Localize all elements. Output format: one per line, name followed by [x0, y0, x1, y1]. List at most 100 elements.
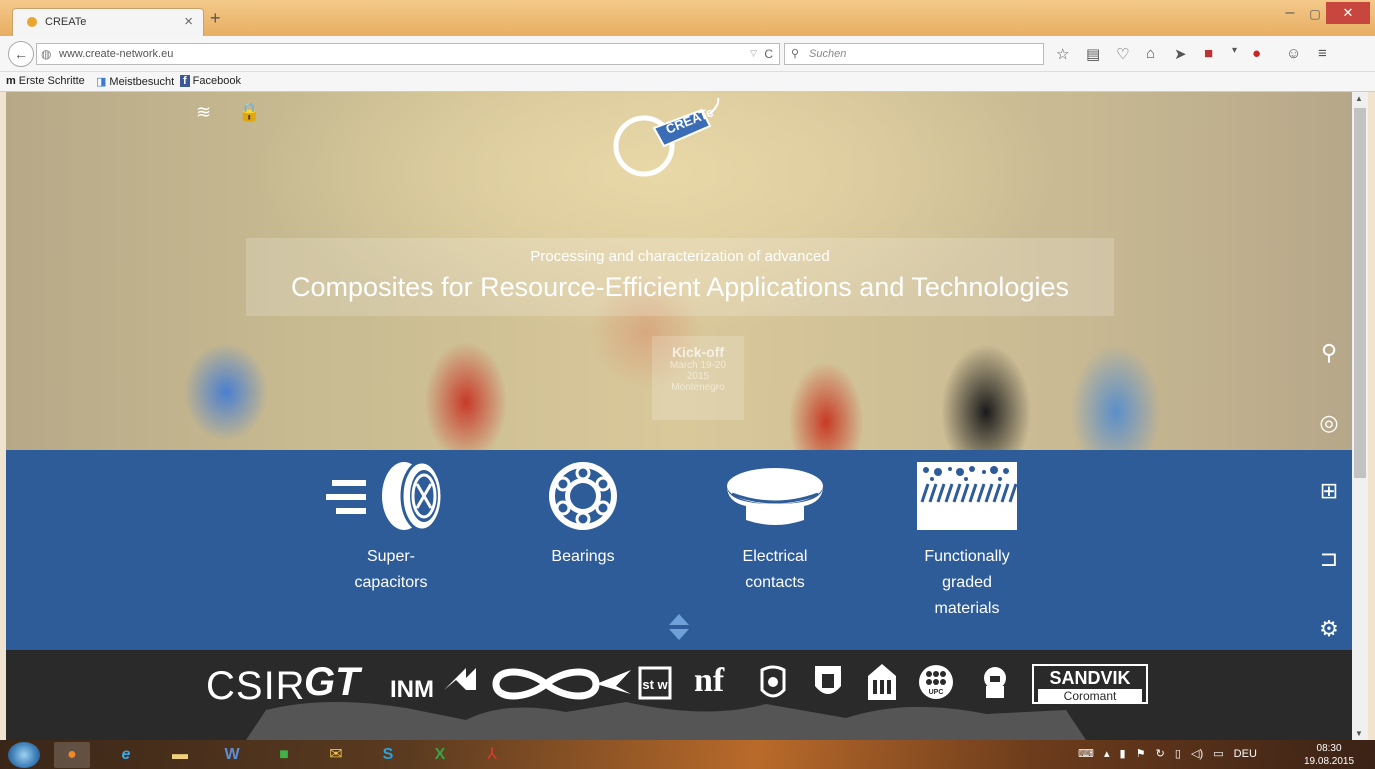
mozilla-icon: m — [6, 75, 16, 87]
lock-icon[interactable]: 🔒 — [238, 102, 260, 122]
scroll-chevron-icon[interactable] — [668, 612, 690, 642]
send-icon[interactable]: ➤ — [1174, 45, 1187, 63]
search-bar[interactable]: ⚲ Suchen — [784, 43, 1044, 65]
topic-label-1: Functionally — [924, 548, 1010, 565]
url-bar[interactable]: ◍ www.create-network.eu ▽ C — [36, 43, 780, 65]
home-icon[interactable]: ⌂ — [1146, 45, 1155, 62]
flag-icon[interactable]: ⚑ — [1136, 748, 1146, 760]
ubuntu-icon[interactable]: ◎ — [1312, 410, 1346, 436]
clock[interactable]: 08:30 19.08.2015 — [1304, 742, 1354, 768]
url-text: www.create-network.eu — [59, 48, 174, 60]
taskbar-word[interactable]: W — [214, 742, 250, 768]
partner-crest-logo-1[interactable] — [758, 664, 788, 702]
chat-icon[interactable]: ☺ — [1286, 45, 1301, 62]
taskbar-mail[interactable]: ✉ — [318, 742, 354, 768]
taskbar-acrobat[interactable]: ⅄ — [474, 742, 510, 768]
start-button[interactable] — [8, 742, 40, 768]
screen: CREATe × + – ▢ ✕ ← ◍ www.create-network.… — [0, 0, 1375, 769]
topic-electrical-contacts[interactable]: Electrical contacts — [700, 450, 850, 596]
page-scrollbar[interactable]: ▲ ▼ — [1352, 92, 1368, 740]
language-indicator[interactable]: DEU — [1234, 748, 1257, 760]
taskbar-ie[interactable]: e — [108, 742, 144, 768]
partner-upc-logo[interactable]: UPC — [918, 664, 954, 700]
adblock-icon[interactable]: ● — [1252, 45, 1261, 62]
hero-banner: Processing and characterization of advan… — [246, 238, 1114, 316]
taskbar-store[interactable]: ■ — [266, 742, 302, 768]
browser-tab[interactable]: CREATe × — [12, 8, 204, 36]
pocket-icon[interactable]: ♡ — [1116, 45, 1129, 63]
new-tab-button[interactable]: + — [210, 8, 221, 29]
create-logo: CREATe — [613, 98, 720, 177]
partner-helmet-logo[interactable] — [978, 664, 1012, 702]
extension-dropdown-icon[interactable]: ▾ — [1232, 45, 1237, 56]
url-dropdown-icon[interactable]: ▽ — [750, 48, 757, 59]
reload-icon[interactable]: C — [764, 47, 773, 61]
topic-label-2: capacitors — [354, 574, 428, 591]
kickoff-place: Montenegro — [671, 382, 725, 393]
partner-csir-logo[interactable]: CSIR — [206, 664, 306, 709]
partner-inm-logo[interactable]: INM — [390, 676, 434, 704]
minimize-button[interactable]: – — [1277, 4, 1303, 24]
taskbar-explorer[interactable]: ▬ — [162, 742, 198, 768]
bookmark-meistbesucht[interactable]: ◨ Meistbesucht — [96, 75, 174, 88]
power-icon[interactable]: ▯ — [1175, 748, 1181, 760]
bookmark-label: Facebook — [192, 75, 241, 87]
search-icon: ⚲ — [791, 48, 800, 60]
topic-label-1: Electrical — [742, 548, 808, 565]
back-button[interactable]: ← — [8, 41, 34, 67]
partner-stw-logo[interactable]: st w — [638, 666, 672, 700]
update-icon[interactable]: ↻ — [1156, 748, 1165, 760]
taskbar-skype[interactable]: S — [370, 742, 406, 768]
partner-nf-logo[interactable]: nf — [694, 662, 724, 700]
kickoff-box[interactable]: Kick-off March 19-20 2015 Montenegro — [652, 336, 744, 420]
gear-icon[interactable]: ⚙ — [1312, 616, 1346, 642]
folder-icon: ◨ — [96, 76, 107, 88]
kickoff-dates: March 19-20 — [669, 360, 727, 371]
network-icon[interactable]: ▮ — [1120, 748, 1126, 760]
sandvik-text: SANDVIK — [1049, 668, 1131, 688]
bookmark-facebook[interactable]: f Facebook — [180, 75, 241, 87]
scroll-down-icon[interactable]: ▼ — [1355, 729, 1363, 738]
partner-crest-logo-2[interactable] — [812, 662, 844, 702]
tray-expand-icon[interactable]: ▴ — [1104, 748, 1110, 760]
login-icon[interactable]: ⊐ — [1312, 546, 1346, 572]
menu-icon[interactable]: ≡ — [1318, 45, 1327, 62]
store-icon: ■ — [279, 746, 289, 763]
topic-supercapacitors[interactable]: Super- capacitors — [316, 450, 466, 596]
layers-icon[interactable]: ≋ — [196, 102, 211, 122]
reading-list-icon[interactable]: ▤ — [1086, 45, 1100, 63]
acrobat-icon: ⅄ — [487, 746, 497, 763]
scrollbar-thumb[interactable] — [1354, 108, 1366, 478]
hero-title: Composites for Resource-Efficient Applic… — [291, 272, 1069, 302]
partner-building-logo[interactable] — [864, 662, 900, 702]
maximize-button[interactable]: ▢ — [1304, 4, 1326, 24]
search-icon[interactable]: ⚲ — [1312, 340, 1346, 366]
browser-navbar: ← ◍ www.create-network.eu ▽ C ⚲ Suchen ☆… — [0, 36, 1375, 72]
taskbar-firefox[interactable]: ● — [54, 742, 90, 768]
display-icon[interactable]: ▭ — [1213, 748, 1223, 760]
topic-functionally-graded-materials[interactable]: Functionally graded materials — [892, 450, 1042, 622]
scroll-up-icon[interactable]: ▲ — [1355, 94, 1363, 103]
partner-gt-logo[interactable]: GT — [304, 660, 360, 705]
clock-date: 19.08.2015 — [1304, 756, 1355, 767]
close-window-button[interactable]: ✕ — [1326, 2, 1370, 24]
bookmark-erste-schritte[interactable]: m Erste Schritte — [6, 75, 85, 87]
extension-icon[interactable]: ■ — [1204, 45, 1213, 62]
windows-icon[interactable]: ⊞ — [1312, 478, 1346, 504]
mail-icon: ✉ — [329, 746, 343, 763]
partner-infinity-logo[interactable] — [486, 664, 636, 704]
partner-sandvik-logo[interactable]: SANDVIK Coromant — [1032, 664, 1148, 704]
upc-text: UPC — [929, 689, 944, 696]
topic-bearings[interactable]: Bearings — [508, 450, 658, 570]
taskbar-excel[interactable]: X — [422, 742, 458, 768]
globe-icon: ◍ — [41, 47, 52, 61]
bearing-icon — [549, 462, 617, 530]
web-page: ≋ 🔒 CREATe Processing and characterizati… — [6, 92, 1352, 740]
browser-titlebar: CREATe × + – ▢ ✕ — [0, 0, 1375, 36]
bookmark-label: Erste Schritte — [18, 75, 85, 87]
topic-label-1: Super- — [366, 548, 416, 565]
bookmark-star-icon[interactable]: ☆ — [1056, 45, 1069, 63]
keyboard-icon[interactable]: ⌨ — [1078, 748, 1094, 760]
close-tab-icon[interactable]: × — [184, 13, 193, 30]
volume-icon[interactable]: ◁) — [1191, 748, 1203, 760]
